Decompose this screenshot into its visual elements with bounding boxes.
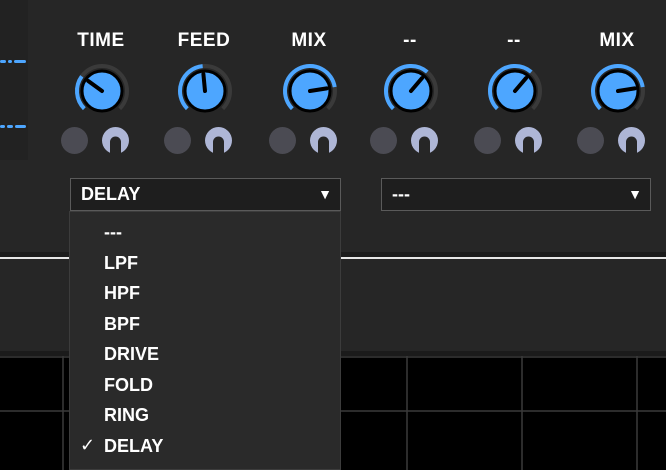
ring-toggle-icon[interactable]: [102, 127, 129, 154]
menu-item-none[interactable]: ---: [70, 217, 340, 247]
circle-dot-icon[interactable]: [164, 127, 191, 154]
mix2-knob[interactable]: [590, 63, 646, 119]
waveform-icon: [0, 60, 28, 63]
ring-toggle-icon[interactable]: [411, 127, 438, 154]
param1-knob[interactable]: [383, 63, 439, 119]
time-knob[interactable]: [74, 63, 130, 119]
param2-knob[interactable]: [487, 63, 543, 119]
effect-dropdown-menu: --- LPF HPF BPF DRIVE FOLD RING ✓ DELAY: [69, 211, 341, 470]
knob-label: TIME: [77, 30, 125, 51]
ring-toggle-icon[interactable]: [310, 127, 337, 154]
mix-knob[interactable]: [282, 63, 338, 119]
circle-dot-icon[interactable]: [269, 127, 296, 154]
circle-dot-icon[interactable]: [474, 127, 501, 154]
effect-select-2[interactable]: --- ▼: [381, 178, 651, 211]
menu-item-ring[interactable]: RING: [70, 400, 340, 430]
menu-item-lpf[interactable]: LPF: [70, 248, 340, 278]
circle-dot-icon[interactable]: [61, 127, 88, 154]
triangle-down-icon: ▼: [318, 186, 332, 202]
menu-item-fold[interactable]: FOLD: [70, 370, 340, 400]
effect-select-value: DELAY: [81, 184, 141, 204]
menu-item-hpf[interactable]: HPF: [70, 278, 340, 308]
ring-toggle-icon[interactable]: [205, 127, 232, 154]
waveform-display: [0, 0, 28, 160]
menu-item-drive[interactable]: DRIVE: [70, 339, 340, 369]
ring-toggle-icon[interactable]: [618, 127, 645, 154]
ring-toggle-icon[interactable]: [515, 127, 542, 154]
check-icon: ✓: [80, 435, 96, 455]
menu-item-delay[interactable]: ✓ DELAY: [70, 431, 340, 461]
knob-label: MIX: [291, 30, 327, 51]
knob-label: --: [507, 30, 521, 51]
knob-label: --: [403, 30, 417, 51]
knob-label: FEED: [177, 30, 231, 51]
waveform-icon: [0, 125, 28, 128]
effect-select-value: ---: [392, 184, 410, 204]
circle-dot-icon[interactable]: [577, 127, 604, 154]
circle-dot-icon[interactable]: [370, 127, 397, 154]
knob-label: MIX: [599, 30, 635, 51]
feed-knob[interactable]: [177, 63, 233, 119]
menu-item-bpf[interactable]: BPF: [70, 309, 340, 339]
effect-select-1[interactable]: DELAY ▼: [70, 178, 341, 211]
triangle-down-icon: ▼: [628, 186, 642, 202]
